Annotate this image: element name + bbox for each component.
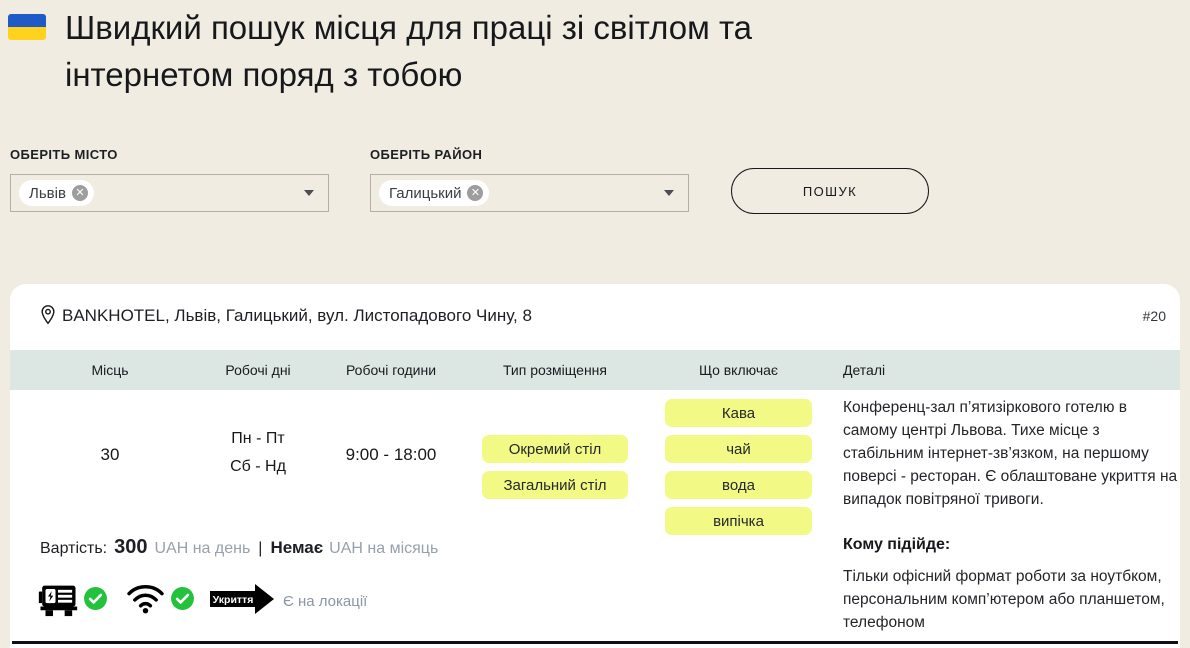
district-selected-tag: Галицький ✕ <box>379 180 489 206</box>
result-card: BANKHOTEL, Львів, Галицький, вул. Листоп… <box>10 284 1180 648</box>
search-button[interactable]: ПОШУК <box>731 168 929 214</box>
workdays-weekdays: Пн - Пт <box>183 425 333 453</box>
generator-icon <box>38 578 78 625</box>
city-selected-tag: Львів ✕ <box>19 180 94 206</box>
price-month-unit: UAH на місяць <box>329 540 438 558</box>
column-header-workdays: Робочі дні <box>183 350 333 390</box>
city-select[interactable]: Львів ✕ <box>10 174 329 212</box>
table-header-row: Місць Робочі дні Робочі години Тип розмі… <box>10 350 1180 390</box>
suited-text: Тільки офісний формат роботи за ноутбком… <box>843 565 1178 634</box>
cell-workhours: 9:00 - 18:00 <box>316 441 466 469</box>
district-select-label: ОБЕРІТЬ РАЙОН <box>370 147 482 162</box>
page-title-line2: інтернетом поряд з тобою <box>65 56 462 93</box>
placement-chip: Окремий стіл <box>482 435 628 463</box>
chevron-down-icon <box>664 190 674 196</box>
workdays-weekend: Сб - Нд <box>183 453 333 481</box>
placement-chip: Загальний стіл <box>482 471 628 499</box>
district-tag-remove-icon[interactable]: ✕ <box>467 185 483 201</box>
price-separator: | <box>258 540 262 558</box>
wifi-icon <box>126 583 165 619</box>
includes-chip: Кава <box>665 399 812 427</box>
shelter-status-text: Є на локації <box>283 593 367 610</box>
price-day-unit: UAH на день <box>154 540 250 558</box>
generator-available-check-icon <box>83 586 108 616</box>
district-select[interactable]: Галицький ✕ <box>370 174 689 212</box>
district-selected-tag-label: Галицький <box>389 185 461 202</box>
wifi-available-check-icon <box>170 586 195 616</box>
includes-chip: вода <box>665 471 812 499</box>
details-text: Конференц-зал п’ятизіркового готелю в са… <box>843 396 1178 511</box>
price-label: Вартість: <box>40 540 107 558</box>
price-per-day: 300 <box>114 536 147 559</box>
location-pin-icon <box>38 304 58 331</box>
amenities-row: Укриття Є на локації <box>38 578 367 624</box>
column-header-workhours: Робочі години <box>316 350 466 390</box>
city-tag-remove-icon[interactable]: ✕ <box>72 185 88 201</box>
location-title: BANKHOTEL, Львів, Галицький, вул. Листоп… <box>62 306 532 326</box>
city-selected-tag-label: Львів <box>29 185 66 202</box>
card-bottom-divider <box>12 641 1178 644</box>
chevron-down-icon <box>304 190 314 196</box>
cell-workdays: Пн - Пт Сб - Нд <box>183 425 333 481</box>
page-title: Швидкий пошук місця для праці зі світлом… <box>65 4 752 98</box>
suited-heading: Кому підійде: <box>843 536 1178 554</box>
column-header-includes: Що включає <box>665 350 812 390</box>
includes-chip: чай <box>665 435 812 463</box>
column-header-details: Деталі <box>843 350 1178 390</box>
includes-chip: випічка <box>665 507 812 535</box>
result-number: #20 <box>1143 308 1166 324</box>
cell-includes: Кава чай вода випічка <box>665 399 812 535</box>
cell-seats: 30 <box>30 441 190 469</box>
price-row: Вартість: 300 UAH на день | Немає UAH на… <box>40 536 438 559</box>
column-header-seats: Місць <box>30 350 190 390</box>
cell-details: Конференц-зал п’ятизіркового готелю в са… <box>843 396 1178 634</box>
shelter-arrow-badge: Укриття <box>209 582 275 621</box>
ukraine-flag-icon <box>8 14 46 40</box>
page-header: Швидкий пошук місця для праці зі світлом… <box>8 4 752 98</box>
city-select-label: ОБЕРІТЬ МІСТО <box>10 147 118 162</box>
column-header-placement: Тип розміщення <box>482 350 628 390</box>
cell-placement-types: Окремий стіл Загальний стіл <box>482 435 628 499</box>
page-title-line1: Швидкий пошук місця для праці зі світлом… <box>65 9 752 46</box>
result-card-header: BANKHOTEL, Львів, Галицький, вул. Листоп… <box>10 284 1180 350</box>
shelter-badge-label: Укриття <box>213 594 254 606</box>
price-per-month: Немає <box>270 538 323 558</box>
